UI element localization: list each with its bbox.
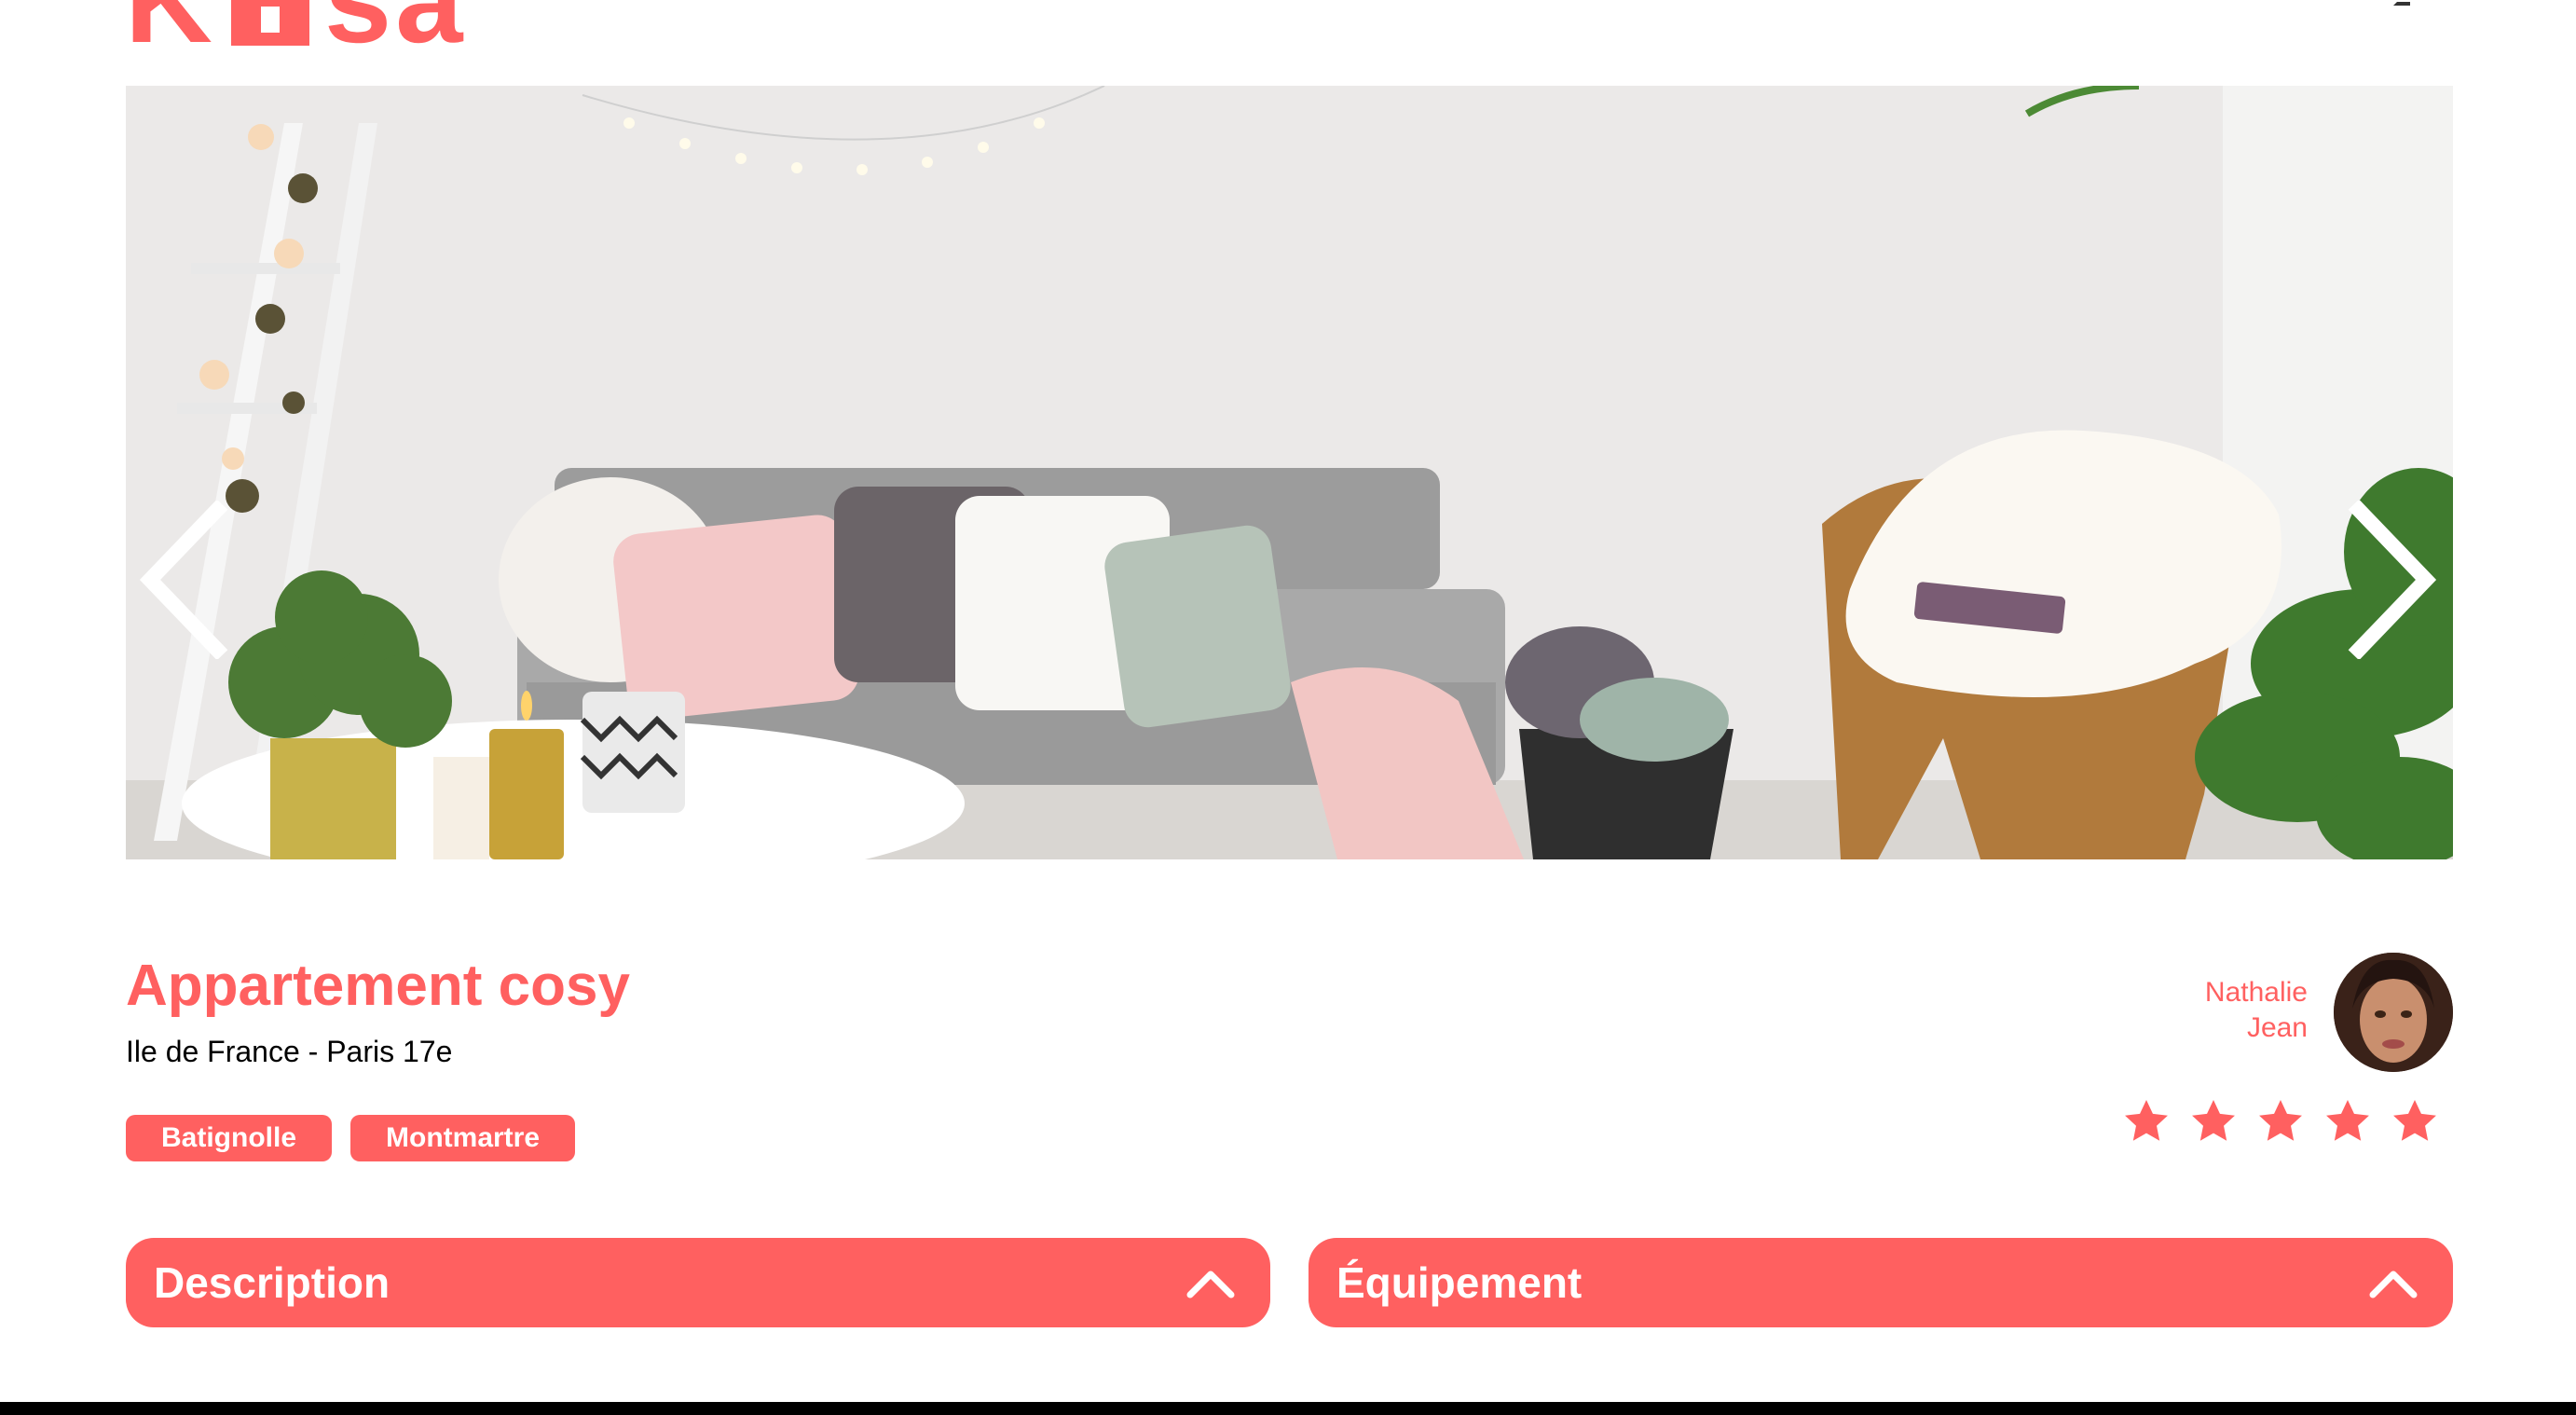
chevron-left-icon[interactable] <box>133 501 236 659</box>
chevron-right-icon[interactable] <box>2340 501 2443 659</box>
listing-page: K sa Appartement cosy Ile de France - Pa… <box>0 0 2576 1415</box>
description-collapse[interactable]: Description <box>126 1238 1270 1327</box>
rating-stars <box>2121 1096 2440 1147</box>
chevron-up-icon[interactable] <box>2367 1267 2419 1298</box>
star-icon <box>2393 1100 2436 1141</box>
star-icon <box>2125 1100 2168 1141</box>
listing-title: Appartement cosy <box>126 954 630 1018</box>
tag-batignolle: Batignolle <box>126 1115 333 1161</box>
photo-gallery <box>126 86 2453 859</box>
tag-montmartre: Montmartre <box>350 1115 576 1161</box>
logo-letter-k: K <box>125 0 216 68</box>
living-room-photo <box>126 86 2453 859</box>
equipment-collapse[interactable]: Équipement <box>1309 1238 2453 1327</box>
host-first-name: Nathalie <box>2204 977 2308 1008</box>
host-last-name: Jean <box>2246 1012 2308 1043</box>
nav-link-fragment[interactable] <box>2393 0 2410 6</box>
kasa-logo[interactable]: K sa <box>125 0 467 61</box>
listing-location: Ile de France - Paris 17e <box>126 1035 453 1068</box>
star-icon <box>2259 1100 2302 1141</box>
chevron-up-icon[interactable] <box>1185 1267 1237 1298</box>
host-name: Nathalie Jean <box>2205 975 2308 1046</box>
star-icon <box>2192 1100 2235 1141</box>
host-avatar <box>2334 953 2453 1072</box>
star-icon <box>2326 1100 2369 1141</box>
bottom-edge-bar <box>0 1402 2576 1415</box>
description-collapse-title: Description <box>154 1258 391 1307</box>
logo-letters-sa: sa <box>323 0 467 68</box>
house-logo-icon <box>230 0 309 46</box>
host-card: Nathalie Jean <box>2144 953 2453 1072</box>
equipment-collapse-title: Équipement <box>1336 1258 1583 1307</box>
tag-list: Batignolle Montmartre <box>126 1115 576 1161</box>
